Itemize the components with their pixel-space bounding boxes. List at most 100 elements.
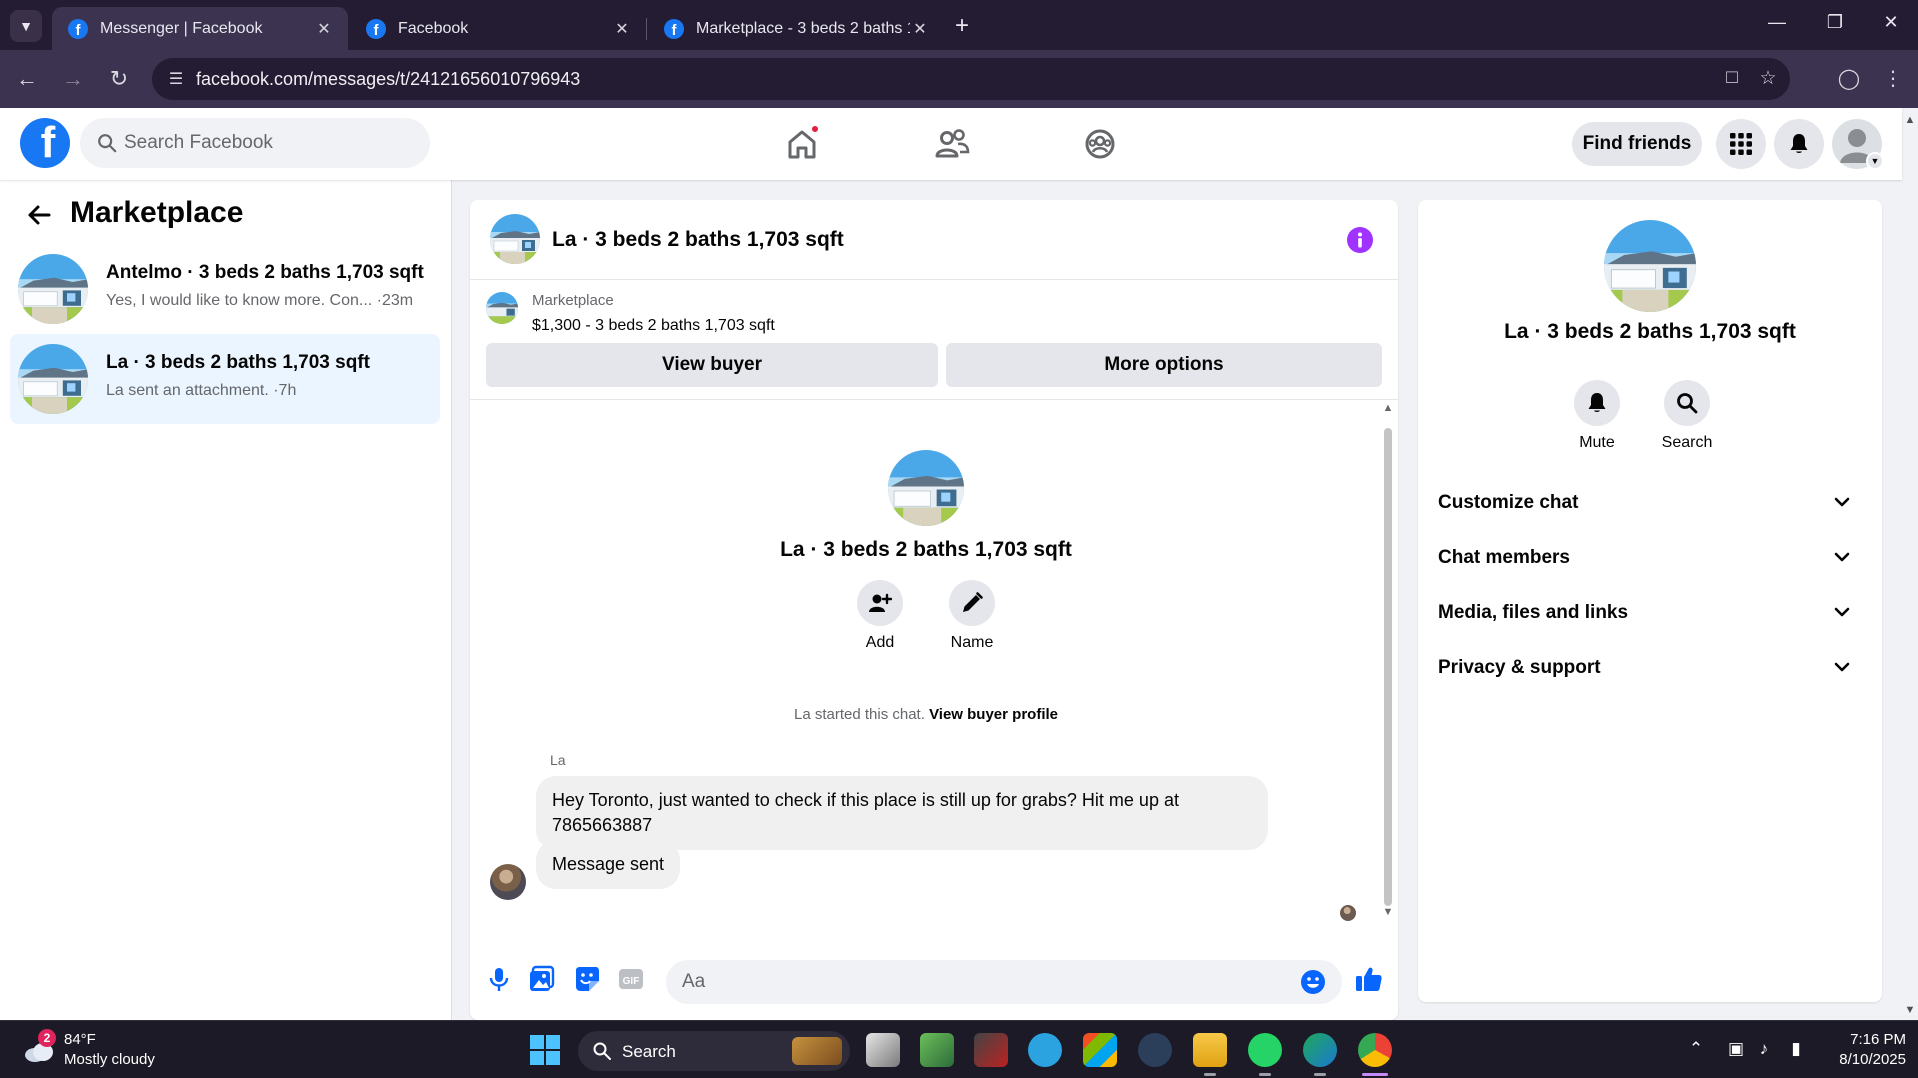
bell-icon: [1790, 134, 1808, 153]
message-input-wrapper[interactable]: [666, 960, 1342, 1004]
thumbs-up-icon[interactable]: [1354, 964, 1384, 994]
reload-icon[interactable]: ↻: [104, 64, 134, 94]
task-view-icon[interactable]: [866, 1033, 900, 1067]
gif-icon[interactable]: GIF: [616, 964, 646, 994]
scroll-down-icon[interactable]: ▼: [1382, 906, 1394, 918]
forward-icon[interactable]: →: [58, 64, 88, 94]
message-thread[interactable]: ▲ ▼ La · 3 beds 2 baths 1,703 sqft Add N…: [470, 400, 1398, 940]
media-player-icon[interactable]: [1138, 1033, 1172, 1067]
install-app-icon[interactable]: □: [1720, 67, 1744, 91]
chevron-down-icon: [1834, 497, 1850, 507]
groups-icon[interactable]: [1080, 124, 1120, 164]
view-buyer-button[interactable]: View buyer: [486, 343, 938, 387]
back-arrow-icon[interactable]: [26, 202, 52, 228]
facebook-search[interactable]: [80, 118, 430, 168]
weather-condition[interactable]: Mostly cloudy: [64, 1051, 155, 1068]
scroll-up-icon[interactable]: ▲: [1904, 114, 1916, 126]
sender-avatar[interactable]: [490, 864, 526, 900]
tab-title: Facebook: [398, 19, 469, 37]
edge-icon[interactable]: [1303, 1033, 1337, 1067]
message-input[interactable]: [682, 960, 1282, 1004]
security-app-icon[interactable]: [920, 1033, 954, 1067]
action-label: Search: [1661, 434, 1713, 451]
weather-badge: 2: [38, 1029, 56, 1047]
tab-close-icon[interactable]: ✕: [910, 19, 930, 39]
thread-scrollbar[interactable]: [1384, 428, 1392, 906]
address-bar[interactable]: ☰ facebook.com/messages/t/24121656010796…: [152, 58, 1790, 100]
mute-action[interactable]: Mute: [1552, 380, 1642, 452]
minimize-icon[interactable]: —: [1762, 12, 1792, 33]
find-friends-button[interactable]: Find friends: [1572, 122, 1702, 166]
photo-icon[interactable]: [528, 964, 558, 994]
menu-button[interactable]: [1716, 119, 1766, 169]
microsoft-store-icon[interactable]: [1083, 1033, 1117, 1067]
whatsapp-icon[interactable]: [1248, 1033, 1282, 1067]
rename-action[interactable]: Name: [932, 580, 1012, 652]
message-bubble[interactable]: Hey Toronto, just wanted to check if thi…: [536, 776, 1268, 850]
network-icon[interactable]: ▣: [1724, 1039, 1748, 1059]
tab-messenger[interactable]: f Messenger | Facebook ✕: [52, 7, 348, 50]
pencil-icon: [963, 592, 983, 612]
tab-marketplace[interactable]: f Marketplace - 3 beds 2 baths 1, ✕: [648, 7, 944, 50]
tab-search-button[interactable]: ▼: [10, 10, 42, 42]
more-options-button[interactable]: More options: [946, 343, 1382, 387]
search-input[interactable]: [124, 118, 414, 168]
profile-icon[interactable]: ◯: [1834, 64, 1864, 94]
info-icon[interactable]: [1346, 226, 1374, 254]
tab-close-icon[interactable]: ✕: [314, 19, 334, 39]
browser-menu-icon[interactable]: ⋮: [1878, 64, 1908, 94]
clock-date[interactable]: 8/10/2025: [1826, 1051, 1906, 1068]
conversation-item[interactable]: Antelmo · 3 beds 2 baths 1,703 sqft Yes,…: [10, 244, 440, 334]
bookmark-star-icon[interactable]: ☆: [1756, 67, 1780, 91]
search-highlight-image: [792, 1037, 842, 1065]
new-tab-icon[interactable]: +: [950, 12, 974, 40]
active-app-indicator: [1362, 1073, 1388, 1076]
restore-icon[interactable]: ❐: [1820, 12, 1850, 33]
windows-start-icon[interactable]: [530, 1035, 560, 1065]
facebook-logo-icon[interactable]: f: [20, 118, 70, 168]
section-privacy-support[interactable]: Privacy & support: [1434, 645, 1866, 689]
window-close-icon[interactable]: ✕: [1876, 12, 1906, 33]
notifications-button[interactable]: [1774, 119, 1824, 169]
game-app-icon[interactable]: [974, 1033, 1008, 1067]
listing-house-icon: [486, 292, 518, 324]
search-in-chat-action[interactable]: Search: [1642, 380, 1732, 452]
tray-overflow-icon[interactable]: ⌃: [1684, 1039, 1708, 1059]
telegram-icon[interactable]: [1028, 1033, 1062, 1067]
section-media-files-links[interactable]: Media, files and links: [1434, 590, 1866, 634]
add-person-action[interactable]: Add: [840, 580, 920, 652]
scroll-up-icon[interactable]: ▲: [1382, 402, 1394, 414]
temperature[interactable]: 84°F: [64, 1031, 96, 1048]
search-icon: [98, 134, 117, 153]
taskbar-search[interactable]: Search: [578, 1031, 850, 1071]
site-info-icon[interactable]: ☰: [166, 69, 186, 89]
listing-house-icon[interactable]: [490, 214, 540, 264]
section-customize-chat[interactable]: Customize chat: [1434, 480, 1866, 524]
page-scrollbar[interactable]: ▲ ▼: [1902, 108, 1918, 1020]
chat-title[interactable]: La · 3 beds 2 baths 1,703 sqft: [552, 228, 844, 252]
section-chat-members[interactable]: Chat members: [1434, 535, 1866, 579]
battery-icon[interactable]: ▮: [1784, 1039, 1808, 1059]
friends-icon[interactable]: [932, 124, 972, 164]
view-buyer-profile-link[interactable]: View buyer profile: [929, 706, 1058, 723]
back-icon[interactable]: ←: [12, 64, 42, 94]
url-text[interactable]: facebook.com/messages/t/2412165601079694…: [196, 69, 580, 90]
file-explorer-icon[interactable]: [1193, 1033, 1227, 1067]
chat-start-note: La started this chat. View buyer profile: [470, 706, 1382, 723]
account-chevron-icon[interactable]: ▼: [1866, 152, 1884, 170]
conversation-item-active[interactable]: La · 3 beds 2 baths 1,703 sqft La sent a…: [10, 334, 440, 424]
facebook-favicon-icon: f: [664, 18, 684, 39]
conversation-name: La · 3 beds 2 baths 1,703 sqft: [106, 352, 370, 373]
chrome-icon[interactable]: [1358, 1033, 1392, 1067]
chat-start-text: La started this chat.: [793, 706, 925, 723]
section-label: Privacy & support: [1438, 657, 1601, 678]
emoji-icon[interactable]: [1300, 969, 1326, 995]
sticker-icon[interactable]: [572, 964, 602, 994]
tab-facebook[interactable]: f Facebook ✕: [350, 7, 646, 50]
clock-time[interactable]: 7:16 PM: [1826, 1031, 1906, 1048]
scroll-down-icon[interactable]: ▼: [1904, 1004, 1916, 1016]
volume-icon[interactable]: ♪: [1752, 1039, 1776, 1059]
message-bubble[interactable]: Message sent: [536, 840, 681, 889]
microphone-icon[interactable]: [484, 964, 514, 994]
tab-close-icon[interactable]: ✕: [612, 19, 632, 39]
